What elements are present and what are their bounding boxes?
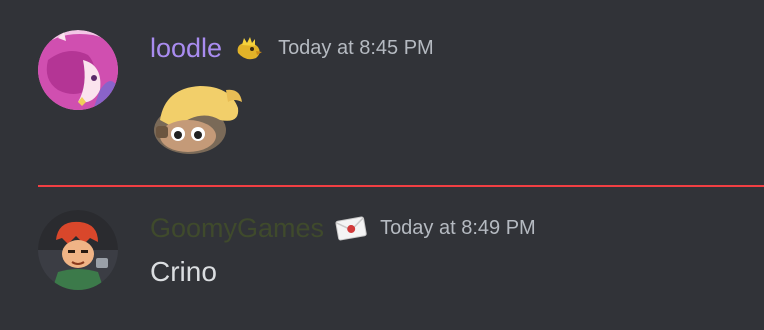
new-messages-divider — [38, 185, 764, 187]
red-hair-cartoon-avatar-icon — [38, 210, 118, 290]
message-header: loodle Today at 8:45 PM — [150, 30, 434, 66]
pink-hair-anime-avatar-icon — [38, 30, 118, 110]
message-content: Crino — [150, 256, 217, 287]
username[interactable]: GoomyGames — [150, 211, 324, 245]
user-avatar[interactable] — [38, 210, 118, 290]
envelope-icon[interactable] — [334, 211, 368, 245]
message-item[interactable]: loodle Today at 8:45 PM — [0, 22, 764, 172]
timestamp[interactable]: Today at 8:49 PM — [380, 214, 536, 242]
crowned-bird-icon[interactable] — [232, 31, 266, 65]
chat-window: loodle Today at 8:45 PM GoomyGames Today… — [0, 0, 764, 330]
blonde-plush-doll-sticker-icon — [154, 86, 242, 154]
user-avatar[interactable] — [38, 30, 118, 110]
message-item[interactable]: GoomyGames Today at 8:49 PM Crino — [0, 202, 764, 312]
timestamp[interactable]: Today at 8:45 PM — [278, 34, 434, 62]
message-header: GoomyGames Today at 8:49 PM — [150, 210, 536, 246]
message-sticker[interactable] — [150, 80, 250, 160]
username[interactable]: loodle — [150, 31, 222, 65]
